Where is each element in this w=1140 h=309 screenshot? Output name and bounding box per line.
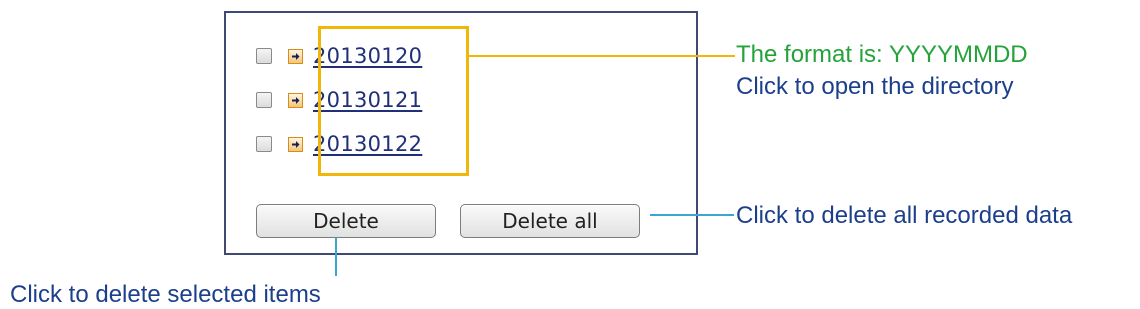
delete-button[interactable]: Delete	[256, 204, 436, 238]
list-item: 20130120	[256, 44, 422, 68]
list-item: 20130121	[256, 88, 422, 112]
directory-link[interactable]: 20130122	[313, 132, 422, 156]
open-directory-note: Click to open the directory	[736, 73, 1014, 100]
directory-link[interactable]: 20130121	[313, 88, 422, 112]
select-checkbox[interactable]	[256, 48, 272, 64]
select-checkbox[interactable]	[256, 92, 272, 108]
arrow-right-icon	[288, 48, 303, 64]
delete-all-button[interactable]: Delete all	[460, 204, 640, 238]
arrow-right-icon	[288, 92, 303, 108]
format-note: The format is: YYYYMMDD	[736, 41, 1028, 68]
arrow-right-icon	[288, 136, 303, 152]
delete-selected-note: Click to delete selected items	[10, 281, 321, 308]
delete-all-note: Click to delete all recorded data	[736, 202, 1073, 229]
directory-link[interactable]: 20130120	[313, 44, 422, 68]
recording-directory-diagram: 20130120 20130121 20130122 Delete Delete…	[0, 0, 1140, 309]
list-item: 20130122	[256, 132, 422, 156]
select-checkbox[interactable]	[256, 136, 272, 152]
